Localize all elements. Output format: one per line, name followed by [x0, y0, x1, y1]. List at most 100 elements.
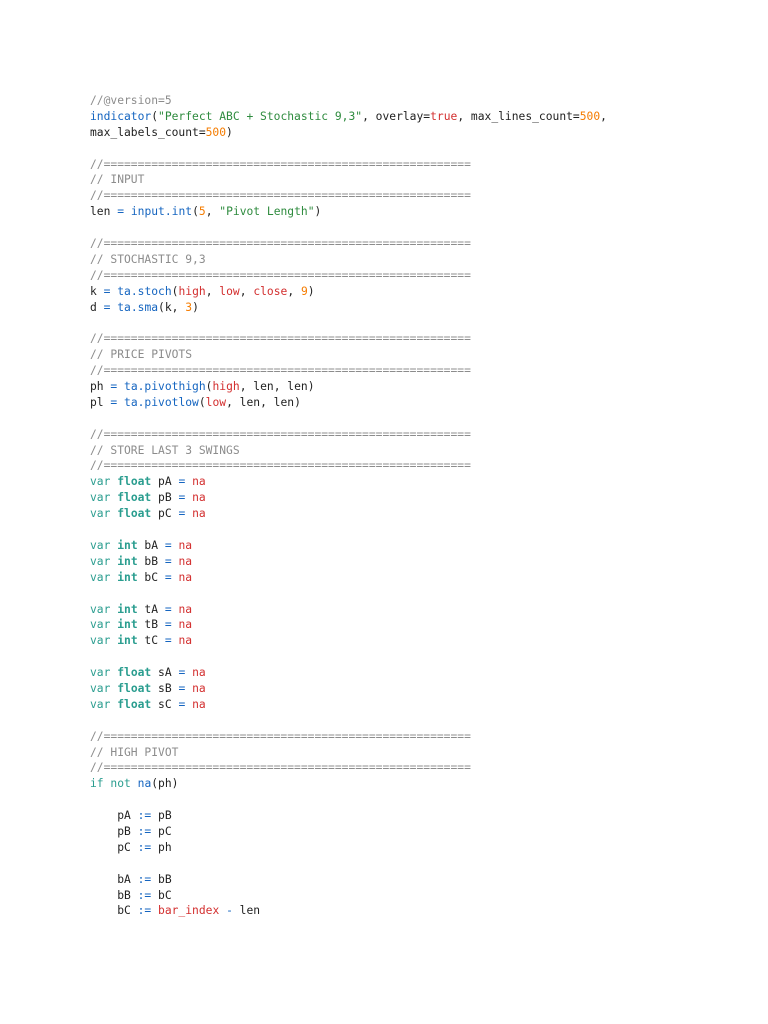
code-token: ta.pivotlow: [124, 395, 199, 409]
code-token: ): [226, 125, 233, 139]
code-line: // PRICE PIVOTS: [90, 347, 607, 363]
code-token: var: [90, 634, 111, 648]
code-token: =: [117, 205, 125, 219]
code-token: ): [307, 284, 315, 298]
code-token: bB: [90, 888, 138, 902]
code-token: =: [164, 618, 172, 632]
code-line: var int tA = na: [90, 602, 607, 618]
code-token: ,: [205, 205, 220, 219]
code-token: pC: [151, 824, 172, 838]
code-token: float: [117, 697, 152, 711]
code-token: 500: [579, 109, 601, 123]
code-token: int: [117, 538, 138, 552]
code-token: na: [192, 666, 206, 680]
code-block: //@version=5 indicator("Perfect ABC + Sto…: [90, 93, 607, 919]
code-token: na: [178, 570, 193, 584]
code-token: int: [117, 602, 138, 616]
code-token: // STOCHASTIC 9,3: [90, 252, 206, 266]
code-line: len = input.int(5, "Pivot Length"): [90, 204, 607, 220]
code-token: =: [164, 602, 172, 616]
code-line: //======================================…: [90, 188, 607, 204]
code-token: low: [205, 395, 227, 409]
code-token: ,: [600, 109, 607, 123]
code-token: sA: [151, 666, 179, 680]
code-token: k: [90, 284, 104, 298]
code-token: ,: [205, 284, 220, 298]
code-token: (ph): [151, 777, 179, 791]
code-token: //======================================…: [90, 268, 471, 282]
code-token: , len, len): [239, 380, 315, 394]
code-token: tB: [137, 618, 165, 632]
code-token: var: [90, 681, 111, 695]
code-token: :=: [137, 809, 152, 823]
code-token: bC: [137, 570, 165, 584]
code-line: // HIGH PIVOT: [90, 745, 607, 761]
code-token: low: [219, 284, 240, 298]
code-token: na: [178, 554, 193, 568]
code-token: var: [90, 618, 111, 632]
code-token: pl: [90, 395, 111, 409]
code-token: bar_index: [158, 904, 220, 918]
code-line: // INPUT: [90, 172, 607, 188]
code-token: len: [90, 205, 118, 219]
code-token: (k,: [158, 300, 186, 314]
code-token: ): [314, 205, 322, 219]
code-token: sC: [151, 697, 179, 711]
code-line: var int bC = na: [90, 570, 607, 586]
code-token: //======================================…: [90, 332, 471, 346]
code-token: len: [232, 904, 261, 918]
code-line: d = ta.sma(k, 3): [90, 300, 607, 316]
code-token: // INPUT: [90, 173, 145, 187]
code-token: pB: [151, 809, 172, 823]
code-token: bC: [90, 904, 138, 918]
code-token: bC: [151, 888, 172, 902]
code-token: // STORE LAST 3 SWINGS: [90, 443, 240, 457]
code-token: bA: [137, 538, 165, 552]
code-token: pC: [90, 840, 138, 854]
code-line: ph = ta.pivothigh(high, len, len): [90, 379, 607, 395]
code-line: //======================================…: [90, 760, 607, 776]
code-token: //======================================…: [90, 157, 471, 171]
code-token: na: [192, 681, 206, 695]
code-token: 5: [198, 205, 206, 219]
code-token: =: [164, 570, 172, 584]
code-token: // HIGH PIVOT: [90, 745, 179, 759]
code-line: pC := ph: [90, 840, 607, 856]
code-line: var int bB = na: [90, 554, 607, 570]
code-token: var: [90, 666, 111, 680]
code-token: int: [117, 634, 138, 648]
code-line: pl = ta.pivotlow(low, len, len): [90, 395, 607, 411]
code-token: pA: [151, 475, 179, 489]
code-line: var float sB = na: [90, 681, 607, 697]
code-token: na: [192, 475, 206, 489]
code-token: na: [192, 697, 206, 711]
code-line: //======================================…: [90, 363, 607, 379]
code-token: =: [164, 554, 172, 568]
code-token: input.int: [130, 205, 193, 219]
code-line: var int bA = na: [90, 538, 607, 554]
code-token: :=: [137, 888, 152, 902]
code-token: //======================================…: [90, 761, 471, 775]
code-token: float: [117, 475, 152, 489]
code-token: true: [430, 109, 458, 123]
code-token: ph: [151, 840, 172, 854]
code-token: var: [90, 538, 111, 552]
code-token: d: [90, 300, 104, 314]
code-line: bA := bB: [90, 872, 607, 888]
code-token: float: [117, 681, 152, 695]
code-token: pB: [90, 824, 138, 838]
code-token: na: [192, 507, 206, 521]
code-token: var: [90, 491, 111, 505]
code-token: na: [178, 634, 193, 648]
code-token: ,: [239, 284, 254, 298]
code-token: sB: [151, 681, 179, 695]
code-token: //======================================…: [90, 427, 471, 441]
code-token: , len, len): [226, 395, 301, 409]
code-token: =: [164, 538, 172, 552]
